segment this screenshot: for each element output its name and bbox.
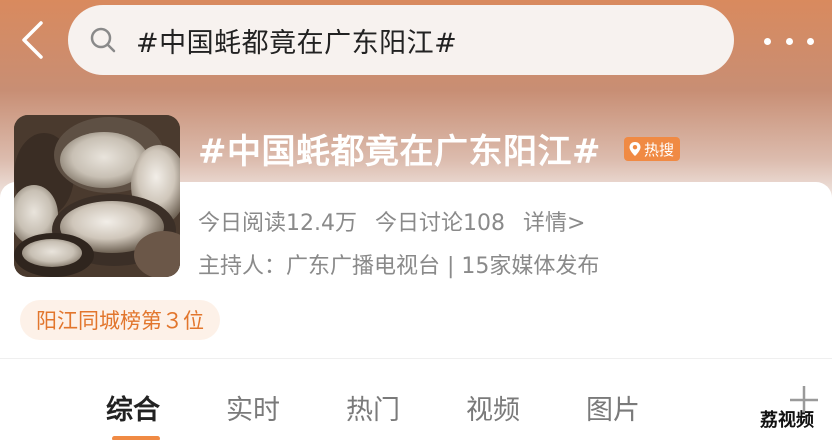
tab-hot[interactable]: 热门 [346,388,466,427]
host-info: 主持人：广东广播电视台 | 15家媒体发布 [198,254,600,279]
dot-icon [764,37,771,45]
dot-icon [785,37,793,45]
city-rank-badge[interactable]: 阳江同城榜第３位 [20,300,220,340]
tab-label: 视频 [466,395,520,426]
tab-realtime[interactable]: 实时 [226,388,346,427]
active-tab-indicator [112,436,160,440]
reads-count: 今日阅读12.4万 [198,211,357,236]
tab-label: 图片 [586,395,640,426]
detail-link[interactable]: 详情> [523,205,585,237]
location-pin-icon [629,142,641,156]
topic-thumbnail [14,115,180,277]
hot-search-badge: 热搜 [624,137,681,161]
more-options-button[interactable] [764,24,814,58]
chevron-left-icon [22,21,43,59]
tab-comprehensive[interactable]: 综合 [106,388,226,440]
topic-stats: 今日阅读12.4万 今日讨论108 详情> [198,205,585,237]
topic-title: #中国蚝都竟在广东阳江# [198,132,601,172]
discussions-count: 今日讨论108 [375,211,505,236]
divider [0,358,832,359]
search-icon [86,23,120,57]
tab-video[interactable]: 视频 [466,388,586,427]
tab-bar: 综合 实时 热门 视频 图片 [106,388,706,440]
search-input[interactable]: #中国蚝都竟在广东阳江# [68,5,734,75]
search-query-text: #中国蚝都竟在广东阳江# [136,27,458,59]
hot-badge-label: 热搜 [644,140,675,159]
watermark-logo: 荔视频 [760,410,814,431]
tab-label: 综合 [106,395,160,426]
tab-label: 实时 [226,395,280,426]
tab-images[interactable]: 图片 [586,388,706,427]
dot-icon [807,37,814,45]
tab-label: 热门 [346,395,400,426]
back-button[interactable] [12,18,52,62]
